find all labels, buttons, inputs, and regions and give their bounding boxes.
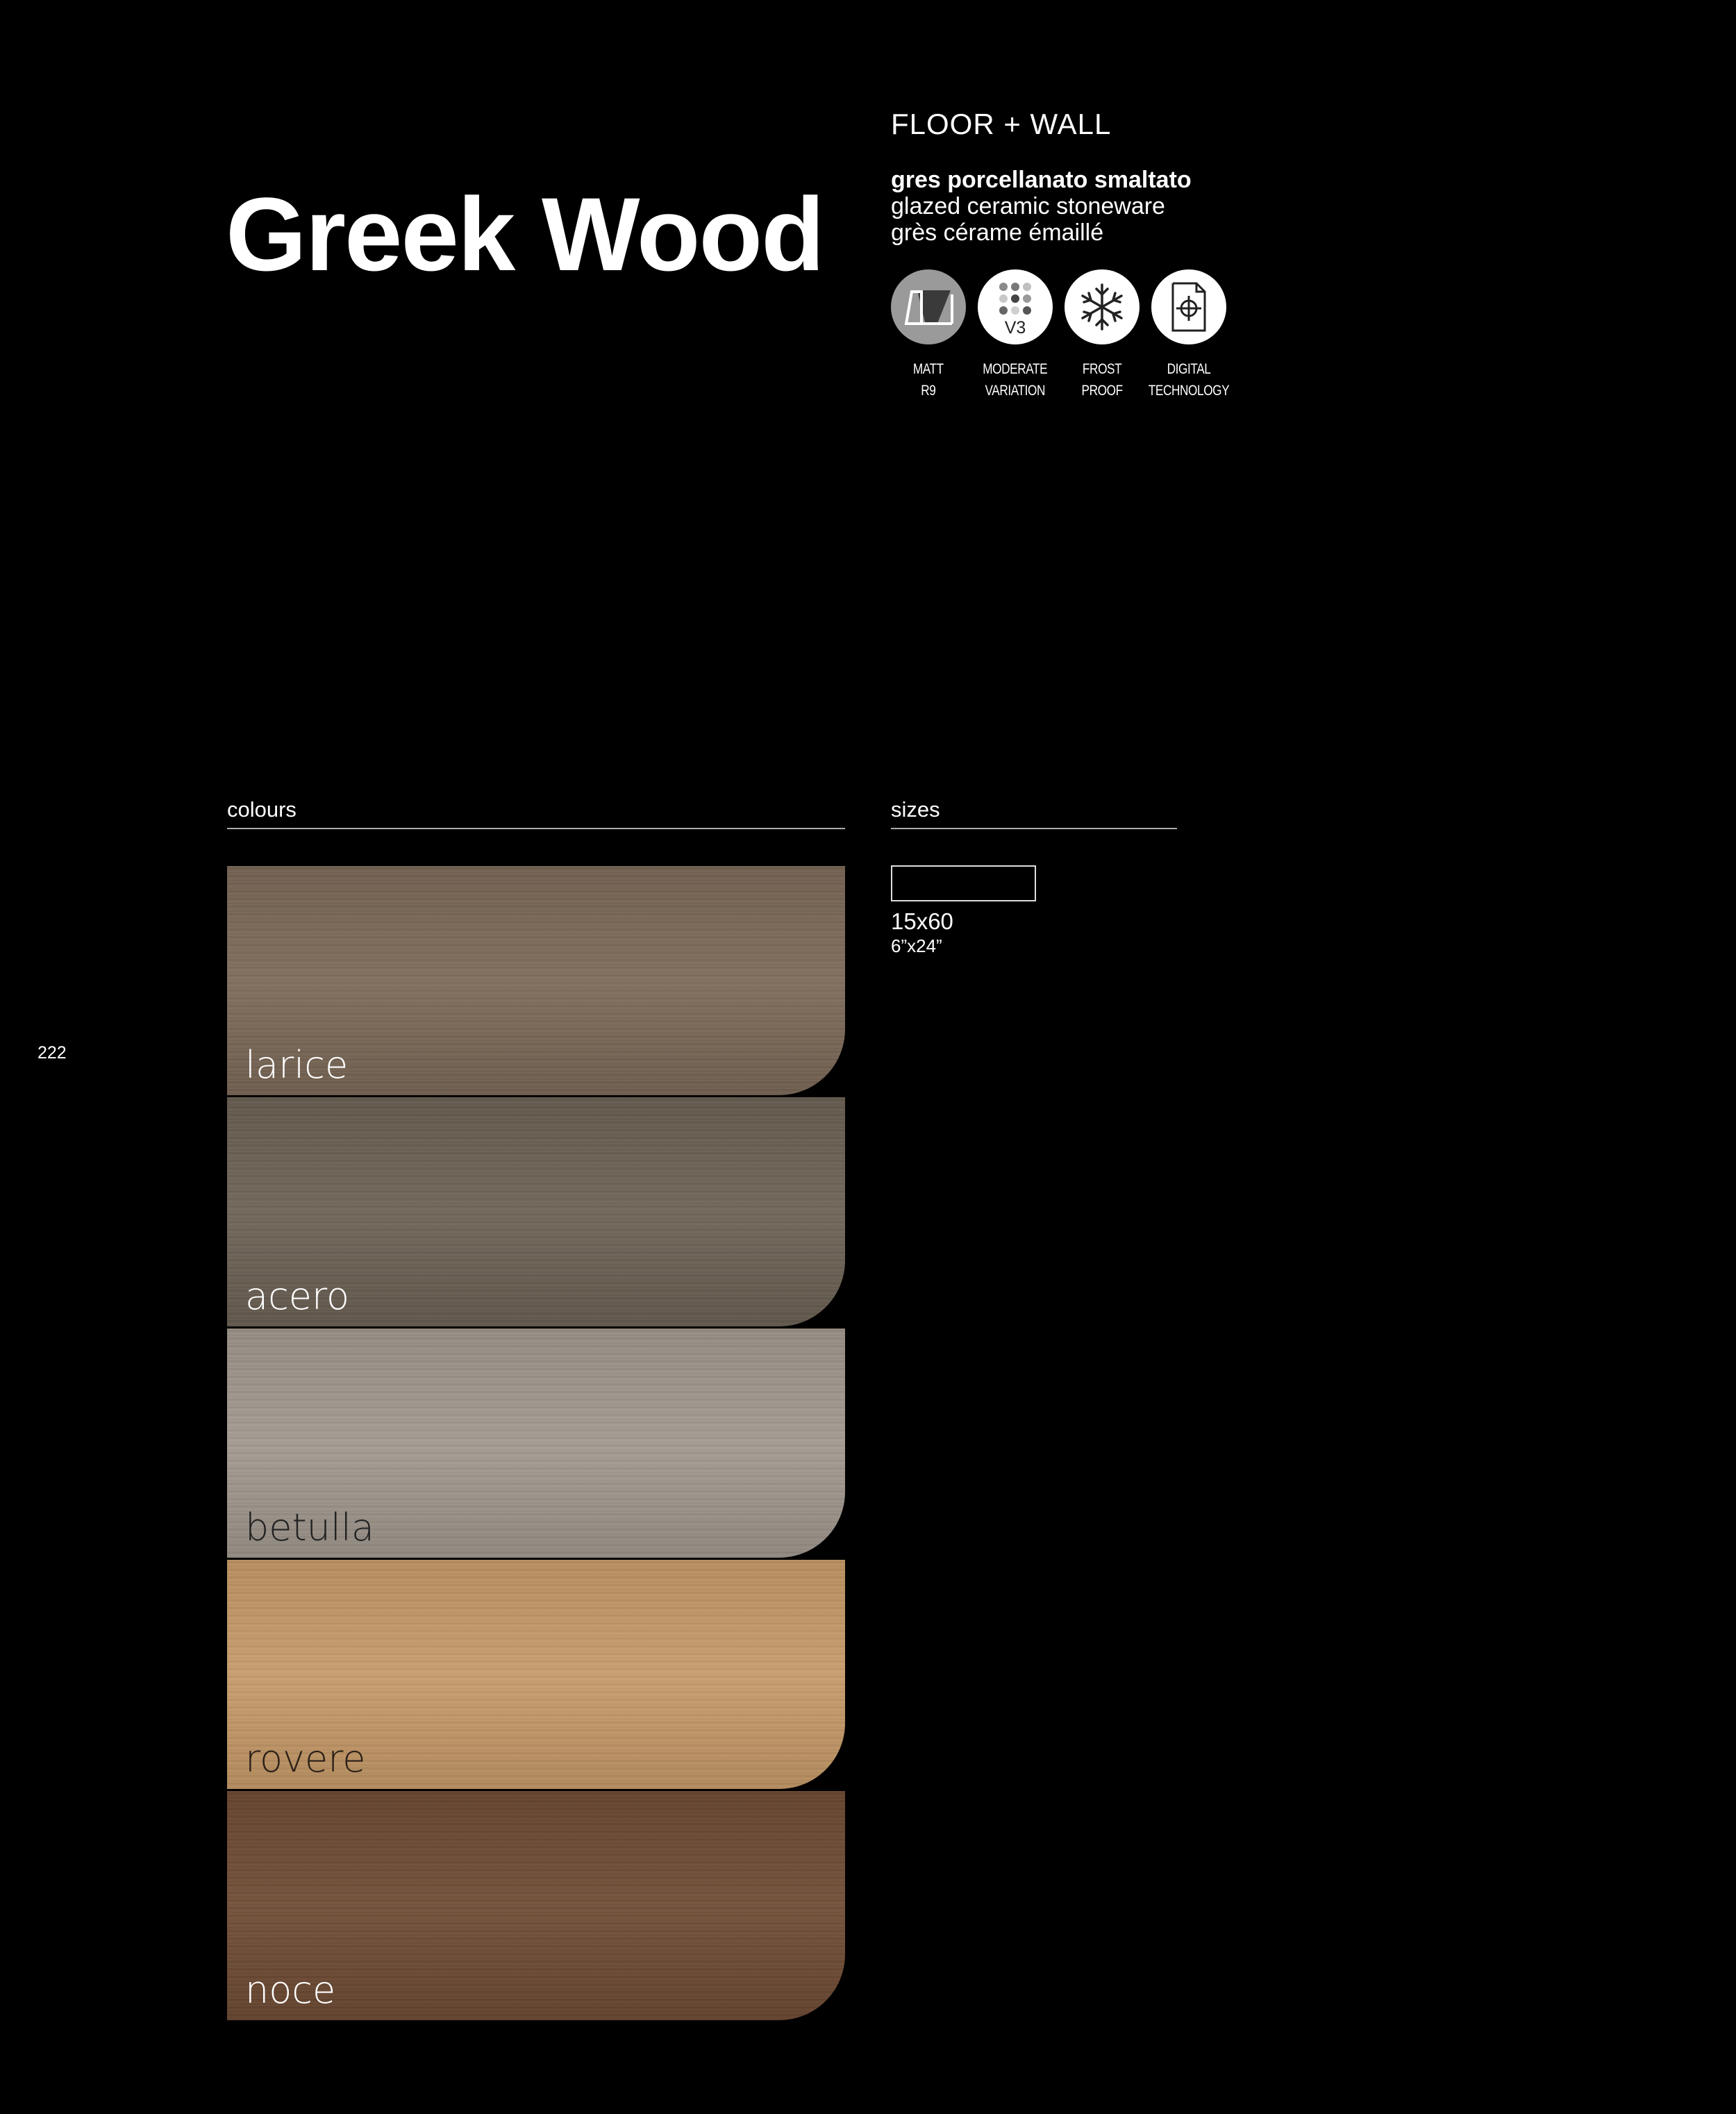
digital-print-icon	[1151, 269, 1226, 344]
matt-slip-icon	[891, 269, 966, 344]
swatch-noce: noce	[227, 1791, 845, 2020]
swatch-label: betulla	[245, 1506, 374, 1549]
colour-swatches: larice acero betulla rovere noce	[227, 866, 845, 2022]
svg-text:V3: V3	[1005, 318, 1026, 338]
category-label: FLOOR + WALL	[891, 108, 1112, 140]
page-number: 222	[37, 1043, 67, 1063]
swatch-label: rovere	[245, 1737, 366, 1781]
feature-icons: MATT R9 V3 MODERATE VARIATION FROST PROO…	[891, 269, 1230, 401]
feature-variation-label: MODERATE VARIATION	[983, 361, 1048, 399]
swatch-acero: acero	[227, 1097, 845, 1326]
sizes-heading: sizes	[891, 797, 1177, 829]
page-title: Greek Wood	[226, 176, 825, 292]
variation-icon: V3	[978, 269, 1053, 344]
feature-variation: V3 MODERATE VARIATION	[978, 269, 1053, 401]
swatch-label: larice	[245, 1043, 349, 1087]
feature-digital-label: DIGITAL TECHNOLOGY	[1148, 361, 1230, 399]
feature-matt: MATT R9	[891, 269, 966, 401]
feature-frost: FROST PROOF	[1065, 269, 1140, 401]
material-italian: gres porcellanato smaltato	[891, 167, 1192, 193]
swatch-betulla: betulla	[227, 1329, 845, 1558]
swatch-label: acero	[245, 1274, 350, 1318]
material-french: grès cérame émaillé	[891, 219, 1104, 246]
material-english: glazed ceramic stoneware	[891, 193, 1165, 219]
swatch-label: noce	[245, 1968, 336, 2012]
feature-matt-label: MATT R9	[913, 361, 944, 399]
feature-frost-label: FROST PROOF	[1081, 361, 1123, 399]
size-metric: 15x60	[891, 908, 953, 934]
material-description: gres porcellanato smaltato glazed cerami…	[891, 167, 1192, 246]
swatch-larice: larice	[227, 866, 845, 1095]
colours-heading: colours	[227, 797, 845, 829]
feature-digital: DIGITAL TECHNOLOGY	[1148, 269, 1230, 401]
snowflake-icon	[1065, 269, 1140, 344]
tile-size-outline	[891, 865, 1036, 901]
size-imperial: 6”x24”	[891, 935, 942, 956]
swatch-rovere: rovere	[227, 1560, 845, 1789]
